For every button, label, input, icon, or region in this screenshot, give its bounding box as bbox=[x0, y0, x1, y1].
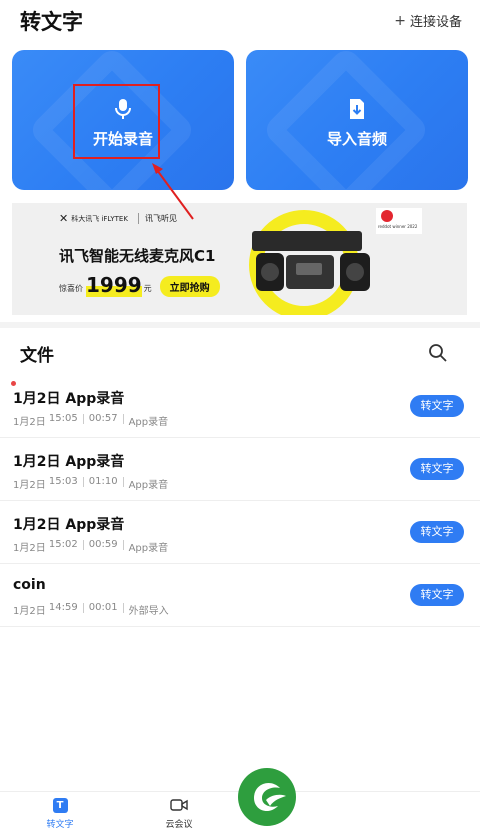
microphone-product-image bbox=[249, 210, 370, 315]
file-duration: 00:57 bbox=[88, 413, 118, 424]
meta-separator bbox=[122, 540, 124, 550]
meta-separator bbox=[122, 414, 124, 424]
file-source: App录音 bbox=[128, 417, 169, 428]
video-camera-icon bbox=[170, 799, 188, 811]
file-list: 1月2日 App录音 1月2日 15:05 00:57 App录音 转文字 1月… bbox=[0, 375, 480, 627]
transcribe-button[interactable]: 转文字 bbox=[410, 395, 464, 417]
award-text: reddot winner 2022 bbox=[378, 224, 418, 229]
files-section-title: 文件 bbox=[20, 346, 54, 366]
file-meta: 1月2日 14:59 00:01 外部导入 bbox=[13, 602, 169, 617]
meta-separator bbox=[122, 603, 124, 613]
annotation-highlight-box bbox=[73, 84, 160, 159]
tab-transcribe-label: 转文字 bbox=[46, 820, 74, 830]
watermark-logo-icon bbox=[238, 768, 296, 826]
price-row: 惊喜价 1999 元 立即抢购 bbox=[59, 273, 220, 297]
reddot-icon bbox=[381, 210, 393, 222]
file-row[interactable]: 1月2日 App录音 1月2日 15:03 01:10 App录音 转文字 bbox=[0, 438, 480, 501]
file-time: 15:02 bbox=[48, 539, 78, 550]
file-time: 15:03 bbox=[48, 476, 78, 487]
price-unit: 元 bbox=[143, 284, 152, 293]
file-name: 1月2日 App录音 bbox=[13, 391, 125, 407]
tab-cloud-meeting[interactable]: 云会议 bbox=[149, 798, 209, 830]
transcribe-button[interactable]: 转文字 bbox=[410, 521, 464, 543]
file-date: 1月2日 bbox=[13, 606, 46, 617]
brand-text: 科大讯飞 iFLYTEK bbox=[71, 214, 128, 223]
header: 转文字 + 连接设备 bbox=[0, 0, 480, 42]
file-duration: 00:59 bbox=[88, 539, 118, 550]
file-source: 外部导入 bbox=[128, 606, 169, 617]
reddot-award-badge: reddot winner 2022 bbox=[376, 208, 422, 234]
file-duration: 00:01 bbox=[88, 602, 118, 613]
card-decoration bbox=[261, 50, 431, 190]
meta-separator bbox=[82, 414, 84, 424]
file-meta: 1月2日 15:05 00:57 App录音 bbox=[13, 413, 168, 428]
buy-now-button[interactable]: 立即抢购 bbox=[159, 276, 220, 297]
section-divider bbox=[0, 322, 480, 328]
unread-dot bbox=[11, 381, 16, 386]
iflytek-logo-icon: ✕ bbox=[59, 212, 69, 225]
promo-banner[interactable]: ✕ 科大讯飞 iFLYTEK 讯飞听见 讯飞智能无线麦克风C1 惊喜价 1999… bbox=[12, 203, 467, 315]
file-row[interactable]: 1月2日 App录音 1月2日 15:05 00:57 App录音 转文字 bbox=[0, 375, 480, 438]
transcribe-button[interactable]: 转文字 bbox=[410, 584, 464, 606]
brand2-text: 讯飞听见 bbox=[137, 213, 177, 224]
import-audio-card[interactable]: 导入音频 bbox=[246, 50, 468, 190]
promo-title: 讯飞智能无线麦克风C1 bbox=[59, 247, 216, 265]
file-row[interactable]: 1月2日 App录音 1月2日 15:02 00:59 App录音 转文字 bbox=[0, 501, 480, 564]
file-row[interactable]: coin 1月2日 14:59 00:01 外部导入 转文字 bbox=[0, 564, 480, 627]
tab-cloud-meeting-label: 云会议 bbox=[165, 820, 193, 830]
connect-device-button[interactable]: + 连接设备 bbox=[394, 11, 462, 31]
file-name: 1月2日 App录音 bbox=[13, 454, 125, 470]
meta-separator bbox=[82, 540, 84, 550]
tab-transcribe[interactable]: T 转文字 bbox=[30, 798, 90, 830]
page-title: 转文字 bbox=[20, 10, 83, 34]
search-icon[interactable] bbox=[428, 343, 448, 363]
file-meta: 1月2日 15:03 01:10 App录音 bbox=[13, 476, 168, 491]
price-label: 惊喜价 bbox=[59, 284, 83, 293]
file-source: App录音 bbox=[128, 480, 169, 491]
file-duration: 01:10 bbox=[88, 476, 118, 487]
import-audio-label: 导入音频 bbox=[326, 130, 387, 148]
meta-separator bbox=[82, 603, 84, 613]
meta-separator bbox=[82, 477, 84, 487]
transcribe-button[interactable]: 转文字 bbox=[410, 458, 464, 480]
text-t-icon: T bbox=[52, 798, 68, 813]
brand-logos: ✕ 科大讯飞 iFLYTEK 讯飞听见 bbox=[59, 212, 177, 225]
price-value: 1999 bbox=[86, 273, 142, 297]
import-file-icon bbox=[350, 99, 364, 119]
file-date: 1月2日 bbox=[13, 543, 46, 554]
meta-separator bbox=[122, 477, 124, 487]
file-date: 1月2日 bbox=[13, 480, 46, 491]
file-time: 15:05 bbox=[48, 413, 78, 424]
file-meta: 1月2日 15:02 00:59 App录音 bbox=[13, 539, 168, 554]
connect-device-label: 连接设备 bbox=[409, 15, 462, 30]
file-source: App录音 bbox=[128, 543, 169, 554]
file-name: coin bbox=[13, 577, 46, 593]
plus-icon: + bbox=[394, 12, 406, 29]
file-time: 14:59 bbox=[48, 602, 78, 613]
file-date: 1月2日 bbox=[13, 417, 46, 428]
file-name: 1月2日 App录音 bbox=[13, 517, 125, 533]
